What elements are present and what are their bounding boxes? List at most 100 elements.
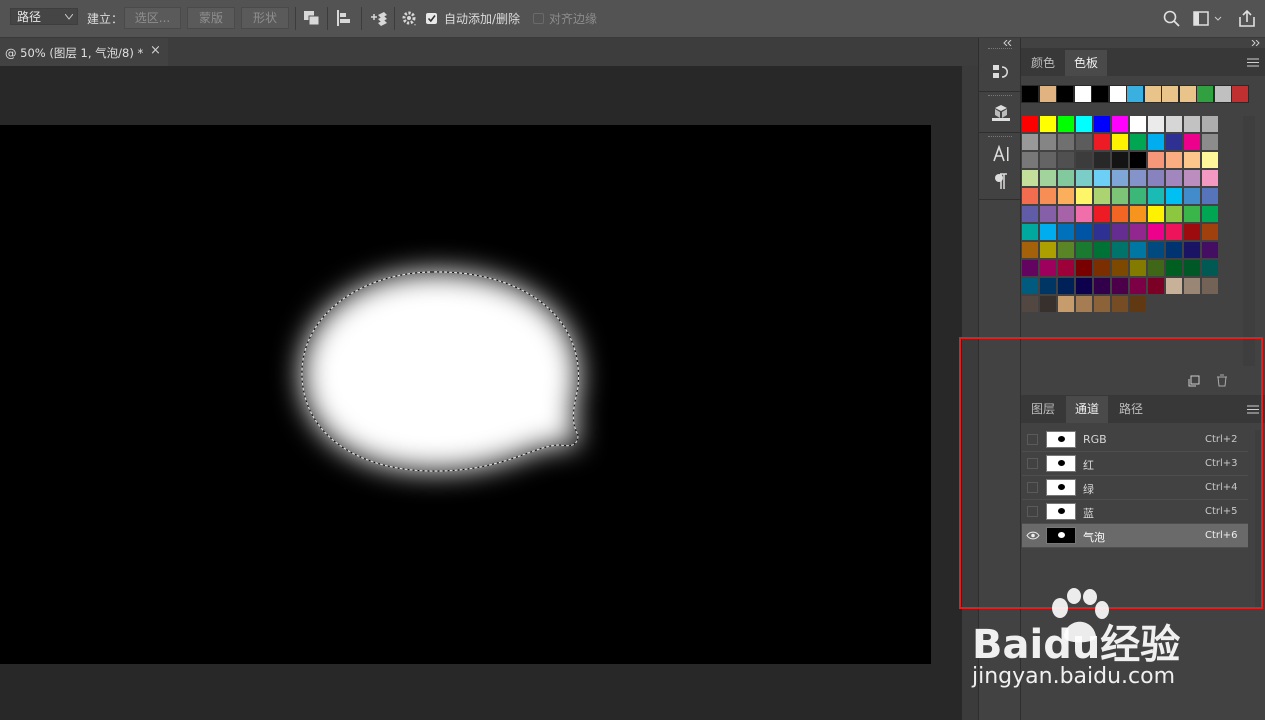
make-mask-button[interactable]: 蒙版 — [187, 7, 235, 29]
expand-panels-icon[interactable] — [1251, 40, 1261, 46]
color-swatch[interactable] — [1094, 224, 1110, 240]
path-arrangement-icon[interactable] — [368, 9, 388, 28]
recent-swatch[interactable] — [1178, 85, 1197, 103]
color-swatch[interactable] — [1094, 206, 1110, 222]
color-swatch[interactable] — [1058, 224, 1074, 240]
make-shape-button[interactable]: 形状 — [241, 7, 289, 29]
color-swatch[interactable] — [1148, 134, 1164, 150]
color-swatch[interactable] — [1076, 206, 1092, 222]
color-swatch[interactable] — [1040, 296, 1056, 312]
color-swatch[interactable] — [1094, 260, 1110, 276]
color-swatch[interactable] — [1184, 152, 1200, 168]
workspace-icon[interactable] — [1193, 11, 1223, 27]
color-swatch[interactable] — [1184, 278, 1200, 294]
color-swatch[interactable] — [1058, 152, 1074, 168]
tab-color[interactable]: 颜色 — [1022, 50, 1064, 76]
history-icon[interactable] — [992, 63, 1010, 81]
color-swatch[interactable] — [1166, 224, 1182, 240]
color-swatch[interactable] — [1112, 170, 1128, 186]
color-swatch[interactable] — [1076, 242, 1092, 258]
recent-swatch[interactable] — [1091, 85, 1109, 103]
document-canvas[interactable] — [0, 125, 931, 664]
color-swatch[interactable] — [1094, 116, 1110, 132]
color-swatch[interactable] — [1112, 296, 1128, 312]
color-swatch[interactable] — [1058, 116, 1074, 132]
color-swatch[interactable] — [1094, 188, 1110, 204]
color-swatch[interactable] — [1202, 188, 1218, 204]
gear-icon[interactable] — [402, 11, 418, 27]
color-swatch[interactable] — [1166, 170, 1182, 186]
color-swatch[interactable] — [1040, 188, 1056, 204]
color-swatch[interactable] — [1058, 260, 1074, 276]
color-swatch[interactable] — [1166, 116, 1182, 132]
color-swatch[interactable] — [1112, 134, 1128, 150]
color-swatch[interactable] — [1112, 206, 1128, 222]
color-swatch[interactable] — [1184, 260, 1200, 276]
color-swatch[interactable] — [1130, 134, 1146, 150]
color-swatch[interactable] — [1148, 170, 1164, 186]
color-swatch[interactable] — [1094, 242, 1110, 258]
color-swatch[interactable] — [1184, 170, 1200, 186]
color-swatch[interactable] — [1022, 170, 1038, 186]
document-tab[interactable]: @ 50% (图层 1, 气泡/8) * × — [0, 38, 168, 66]
recent-swatch[interactable] — [1231, 85, 1249, 103]
color-swatch[interactable] — [1184, 206, 1200, 222]
color-swatch[interactable] — [1094, 170, 1110, 186]
color-swatch[interactable] — [1040, 134, 1056, 150]
color-swatch[interactable] — [1148, 188, 1164, 204]
recent-swatch[interactable] — [1213, 85, 1232, 103]
color-swatch[interactable] — [1076, 152, 1092, 168]
color-swatch[interactable] — [1022, 206, 1038, 222]
color-swatch[interactable] — [1166, 260, 1182, 276]
path-operations-icon[interactable] — [303, 10, 321, 27]
color-swatch[interactable] — [1202, 278, 1218, 294]
align-edges-checkbox[interactable] — [533, 13, 544, 24]
color-swatch[interactable] — [1022, 134, 1038, 150]
paragraph-icon[interactable] — [994, 173, 1008, 190]
color-swatch[interactable] — [1148, 206, 1164, 222]
color-swatch[interactable] — [1058, 242, 1074, 258]
color-swatch[interactable] — [1112, 278, 1128, 294]
color-swatch[interactable] — [1202, 116, 1218, 132]
color-swatch[interactable] — [1202, 242, 1218, 258]
color-swatch[interactable] — [1130, 188, 1146, 204]
color-swatch[interactable] — [1040, 116, 1056, 132]
color-swatch[interactable] — [1112, 152, 1128, 168]
color-swatch[interactable] — [1184, 116, 1200, 132]
color-swatch[interactable] — [1148, 260, 1164, 276]
color-swatch[interactable] — [1184, 242, 1200, 258]
color-swatch[interactable] — [1040, 206, 1056, 222]
color-swatch[interactable] — [1022, 224, 1038, 240]
color-swatch[interactable] — [1076, 134, 1092, 150]
recent-swatch[interactable] — [1143, 85, 1162, 103]
color-swatch[interactable] — [1022, 296, 1038, 312]
color-swatch[interactable] — [1184, 134, 1200, 150]
color-swatch[interactable] — [1058, 206, 1074, 222]
color-swatch[interactable] — [1076, 296, 1092, 312]
color-swatch[interactable] — [1166, 278, 1182, 294]
3d-cube-icon[interactable] — [991, 104, 1011, 122]
color-swatch[interactable] — [1094, 152, 1110, 168]
color-swatch[interactable] — [1130, 242, 1146, 258]
color-swatch[interactable] — [1148, 116, 1164, 132]
color-swatch[interactable] — [1166, 134, 1182, 150]
collapse-panels-icon[interactable] — [1003, 40, 1013, 46]
color-swatch[interactable] — [1094, 278, 1110, 294]
color-swatch[interactable] — [1148, 152, 1164, 168]
color-swatch[interactable] — [1148, 242, 1164, 258]
tool-mode-dropdown[interactable]: 路径 — [10, 8, 78, 25]
color-swatch[interactable] — [1148, 224, 1164, 240]
color-swatch[interactable] — [1022, 278, 1038, 294]
character-icon[interactable] — [993, 145, 1011, 163]
color-swatch[interactable] — [1130, 296, 1146, 312]
color-swatch[interactable] — [1058, 296, 1074, 312]
color-swatch[interactable] — [1202, 134, 1218, 150]
close-icon[interactable]: × — [150, 43, 161, 58]
color-swatch[interactable] — [1112, 242, 1128, 258]
color-swatch[interactable] — [1094, 296, 1110, 312]
color-swatch[interactable] — [1076, 278, 1092, 294]
color-swatch[interactable] — [1130, 152, 1146, 168]
color-swatch[interactable] — [1166, 188, 1182, 204]
color-swatch[interactable] — [1058, 170, 1074, 186]
color-swatch[interactable] — [1022, 116, 1038, 132]
